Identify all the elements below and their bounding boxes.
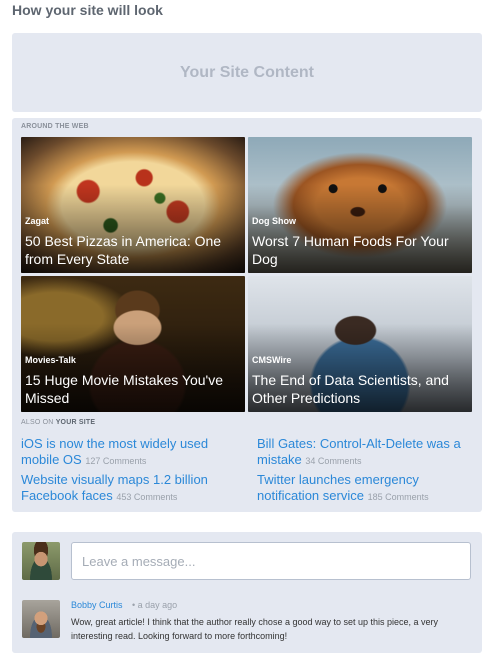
- recommendation-card[interactable]: CMSWire The End of Data Scientists, and …: [248, 276, 472, 412]
- own-site-link[interactable]: Website visually maps 1.2 billion Facebo…: [21, 472, 236, 505]
- own-label-site: YOUR SITE: [55, 419, 96, 426]
- card-title[interactable]: 50 Best Pizzas in America: One from Ever…: [25, 232, 243, 268]
- own-site-link[interactable]: Bill Gates: Control-Alt-Delete was a mis…: [257, 436, 472, 469]
- comment-author[interactable]: Bobby Curtis: [71, 600, 123, 610]
- section-label-also-on-your-site: ALSO ON YOUR SITE: [21, 419, 95, 426]
- card-source: Movies-Talk: [25, 355, 76, 365]
- card-source: Dog Show: [252, 216, 296, 226]
- comment-timestamp[interactable]: • a day ago: [132, 600, 177, 610]
- card-source: CMSWire: [252, 355, 292, 365]
- card-title[interactable]: 15 Huge Movie Mistakes You've Missed: [25, 371, 243, 407]
- card-title[interactable]: Worst 7 Human Foods For Your Dog: [252, 232, 470, 268]
- own-link-title[interactable]: Website visually maps 1.2 billion Facebo…: [21, 472, 208, 503]
- comments-section: Bobby Curtis • a day ago Wow, great arti…: [12, 532, 482, 653]
- site-content-placeholder: Your Site Content: [12, 33, 482, 112]
- own-label-prefix: ALSO ON: [21, 419, 54, 426]
- commenter-avatar[interactable]: [22, 600, 60, 638]
- recommendation-card[interactable]: Dog Show Worst 7 Human Foods For Your Do…: [248, 137, 472, 273]
- comment-text: Wow, great article! I think that the aut…: [71, 617, 439, 641]
- recommendation-widget: AROUND THE WEB Zagat 50 Best Pizzas in A…: [12, 118, 482, 512]
- section-label-around-the-web: AROUND THE WEB: [21, 123, 89, 130]
- preview-heading: How your site will look: [12, 2, 163, 18]
- site-content-label: Your Site Content: [180, 63, 314, 81]
- own-site-link[interactable]: iOS is now the most widely used mobile O…: [21, 436, 236, 469]
- message-input[interactable]: [71, 542, 471, 580]
- comment-count: 453 Comments: [116, 492, 178, 502]
- recommendation-card[interactable]: Movies-Talk 15 Huge Movie Mistakes You'v…: [21, 276, 245, 412]
- comment-count: 185 Comments: [367, 492, 429, 502]
- current-user-avatar: [22, 542, 60, 580]
- card-source: Zagat: [25, 216, 50, 226]
- recommendation-card[interactable]: Zagat 50 Best Pizzas in America: One fro…: [21, 137, 245, 273]
- comment-count: 34 Comments: [305, 456, 362, 466]
- comment-count: 127 Comments: [85, 456, 147, 466]
- card-title[interactable]: The End of Data Scientists, and Other Pr…: [252, 371, 470, 407]
- own-site-link[interactable]: Twitter launches emergency notification …: [257, 472, 472, 505]
